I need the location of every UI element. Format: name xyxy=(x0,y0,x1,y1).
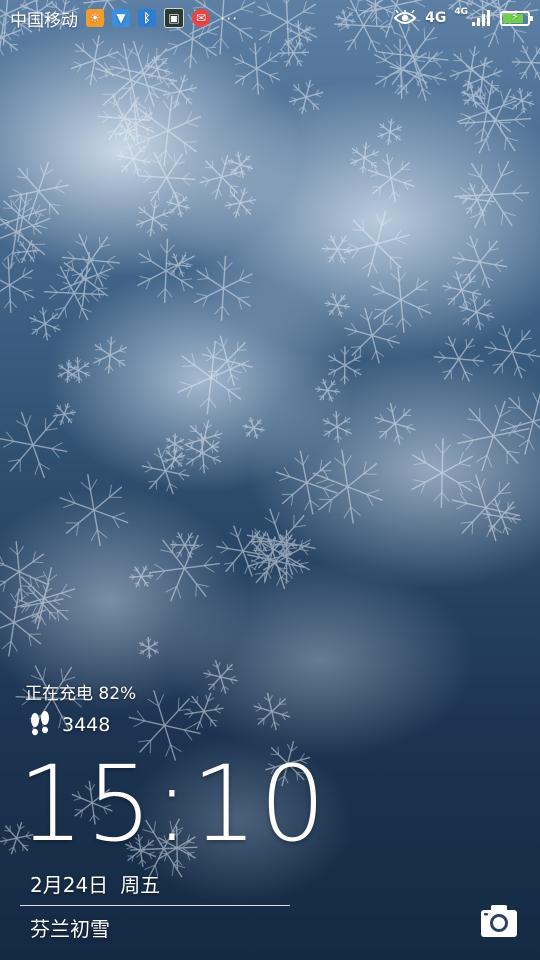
bluetooth-app-icon: ᛒ xyxy=(138,9,156,27)
charging-bolt-icon: ⚡ xyxy=(511,9,519,23)
frost-crystal xyxy=(94,42,168,118)
frost-crystal xyxy=(216,525,270,577)
frost-crystal xyxy=(70,35,119,86)
date-row: 2月24日 周五 xyxy=(30,869,160,898)
store-app-icon: ▼ xyxy=(112,9,130,27)
frost-crystal xyxy=(43,266,105,321)
frost-crystal xyxy=(0,411,68,479)
camera-icon xyxy=(481,905,517,937)
frost-crystal xyxy=(374,402,416,445)
frost-crystal xyxy=(93,336,128,374)
frost-crystal xyxy=(277,38,310,67)
frost-crystal xyxy=(141,447,190,495)
frost-crystal xyxy=(411,437,474,508)
frost-crystal xyxy=(253,692,291,731)
frost-crystal xyxy=(343,210,410,277)
frost-crystal xyxy=(242,417,265,439)
frost-crystal xyxy=(184,692,224,730)
weekday-label: 周五 xyxy=(120,873,161,897)
carrier-name: 中国移动 xyxy=(10,10,78,31)
frost-crystal xyxy=(442,270,482,310)
frost-crystal xyxy=(166,193,191,217)
frost-crystal xyxy=(449,45,494,92)
message-app-icon: ✉ xyxy=(192,9,210,27)
network-type-small: 4G xyxy=(454,7,468,17)
date-label: 2月24日 xyxy=(30,873,109,897)
frost-crystal xyxy=(203,660,238,694)
frost-crystal xyxy=(199,154,244,200)
frost-crystal xyxy=(509,87,535,114)
frost-crystal xyxy=(349,142,380,174)
divider xyxy=(20,905,290,906)
frost-crystal xyxy=(275,450,338,515)
camera-button[interactable] xyxy=(480,904,518,938)
frost-crystal xyxy=(312,449,383,524)
frost-crystal xyxy=(61,233,120,287)
frost-crystal xyxy=(456,80,517,143)
frost-crystal xyxy=(500,391,540,455)
frost-crystal xyxy=(52,402,76,426)
step-count: 3448 xyxy=(62,714,111,736)
frost-crystal xyxy=(315,378,340,402)
frost-crystal xyxy=(324,292,350,318)
network-type-label: 4G xyxy=(425,10,447,26)
frost-crystal xyxy=(232,42,281,95)
frost-crystal xyxy=(137,238,195,303)
frost-crystal xyxy=(452,235,508,289)
frost-crystal xyxy=(511,45,540,81)
frost-crystal xyxy=(224,187,256,219)
frost-crystal xyxy=(138,636,159,659)
frost-crystal xyxy=(194,255,253,321)
frost-crystal xyxy=(134,94,202,167)
frost-crystal xyxy=(29,307,61,341)
frost-crystal xyxy=(321,234,354,264)
frost-crystal xyxy=(367,153,415,203)
frost-crystal xyxy=(484,325,540,379)
frost-crystal xyxy=(0,195,51,269)
photo-app-icon: ▣ xyxy=(164,8,184,28)
footsteps-icon xyxy=(31,711,49,736)
frost-crystal xyxy=(135,200,171,237)
more-notifications-icon: ··· xyxy=(220,8,239,28)
frost-crystal xyxy=(129,565,154,588)
frost-crystal xyxy=(0,257,35,313)
signal-strength-icon xyxy=(472,10,490,26)
status-bar-left: 中国移动 ☀ ▼ ᛒ ▣ ✉ ··· xyxy=(10,6,238,31)
frost-crystal xyxy=(59,474,129,547)
status-bar: 中国移动 ☀ ▼ ᛒ ▣ ✉ ··· 4G 4G ⚡ xyxy=(0,0,540,36)
status-bar-right: 4G 4G ⚡ xyxy=(393,7,533,26)
frost-crystal xyxy=(457,400,530,472)
frost-crystal xyxy=(454,160,530,229)
frost-crystal xyxy=(370,266,432,333)
clock-time: 15:10 xyxy=(18,743,328,865)
charging-status: 正在充电 82% xyxy=(25,684,137,704)
weather-app-icon: ☀ xyxy=(86,9,104,27)
frost-crystal xyxy=(138,151,196,204)
frost-crystal xyxy=(433,335,484,382)
eye-comfort-icon xyxy=(393,10,417,24)
frost-crystal xyxy=(0,541,48,603)
wallpaper-title[interactable]: 芬兰初雪 xyxy=(30,913,110,942)
frost-crystal xyxy=(288,79,324,115)
frost-crystal xyxy=(322,410,352,443)
frost-crystal xyxy=(344,307,400,364)
step-counter: 3448 xyxy=(28,711,110,739)
frost-crystal xyxy=(170,531,200,559)
lock-screen: 中国移动 ☀ ▼ ᛒ ▣ ✉ ··· 4G 4G ⚡ 正在充电 82% 3448… xyxy=(0,0,540,960)
battery-icon: ⚡ xyxy=(500,9,533,26)
frost-crystal xyxy=(377,118,403,145)
